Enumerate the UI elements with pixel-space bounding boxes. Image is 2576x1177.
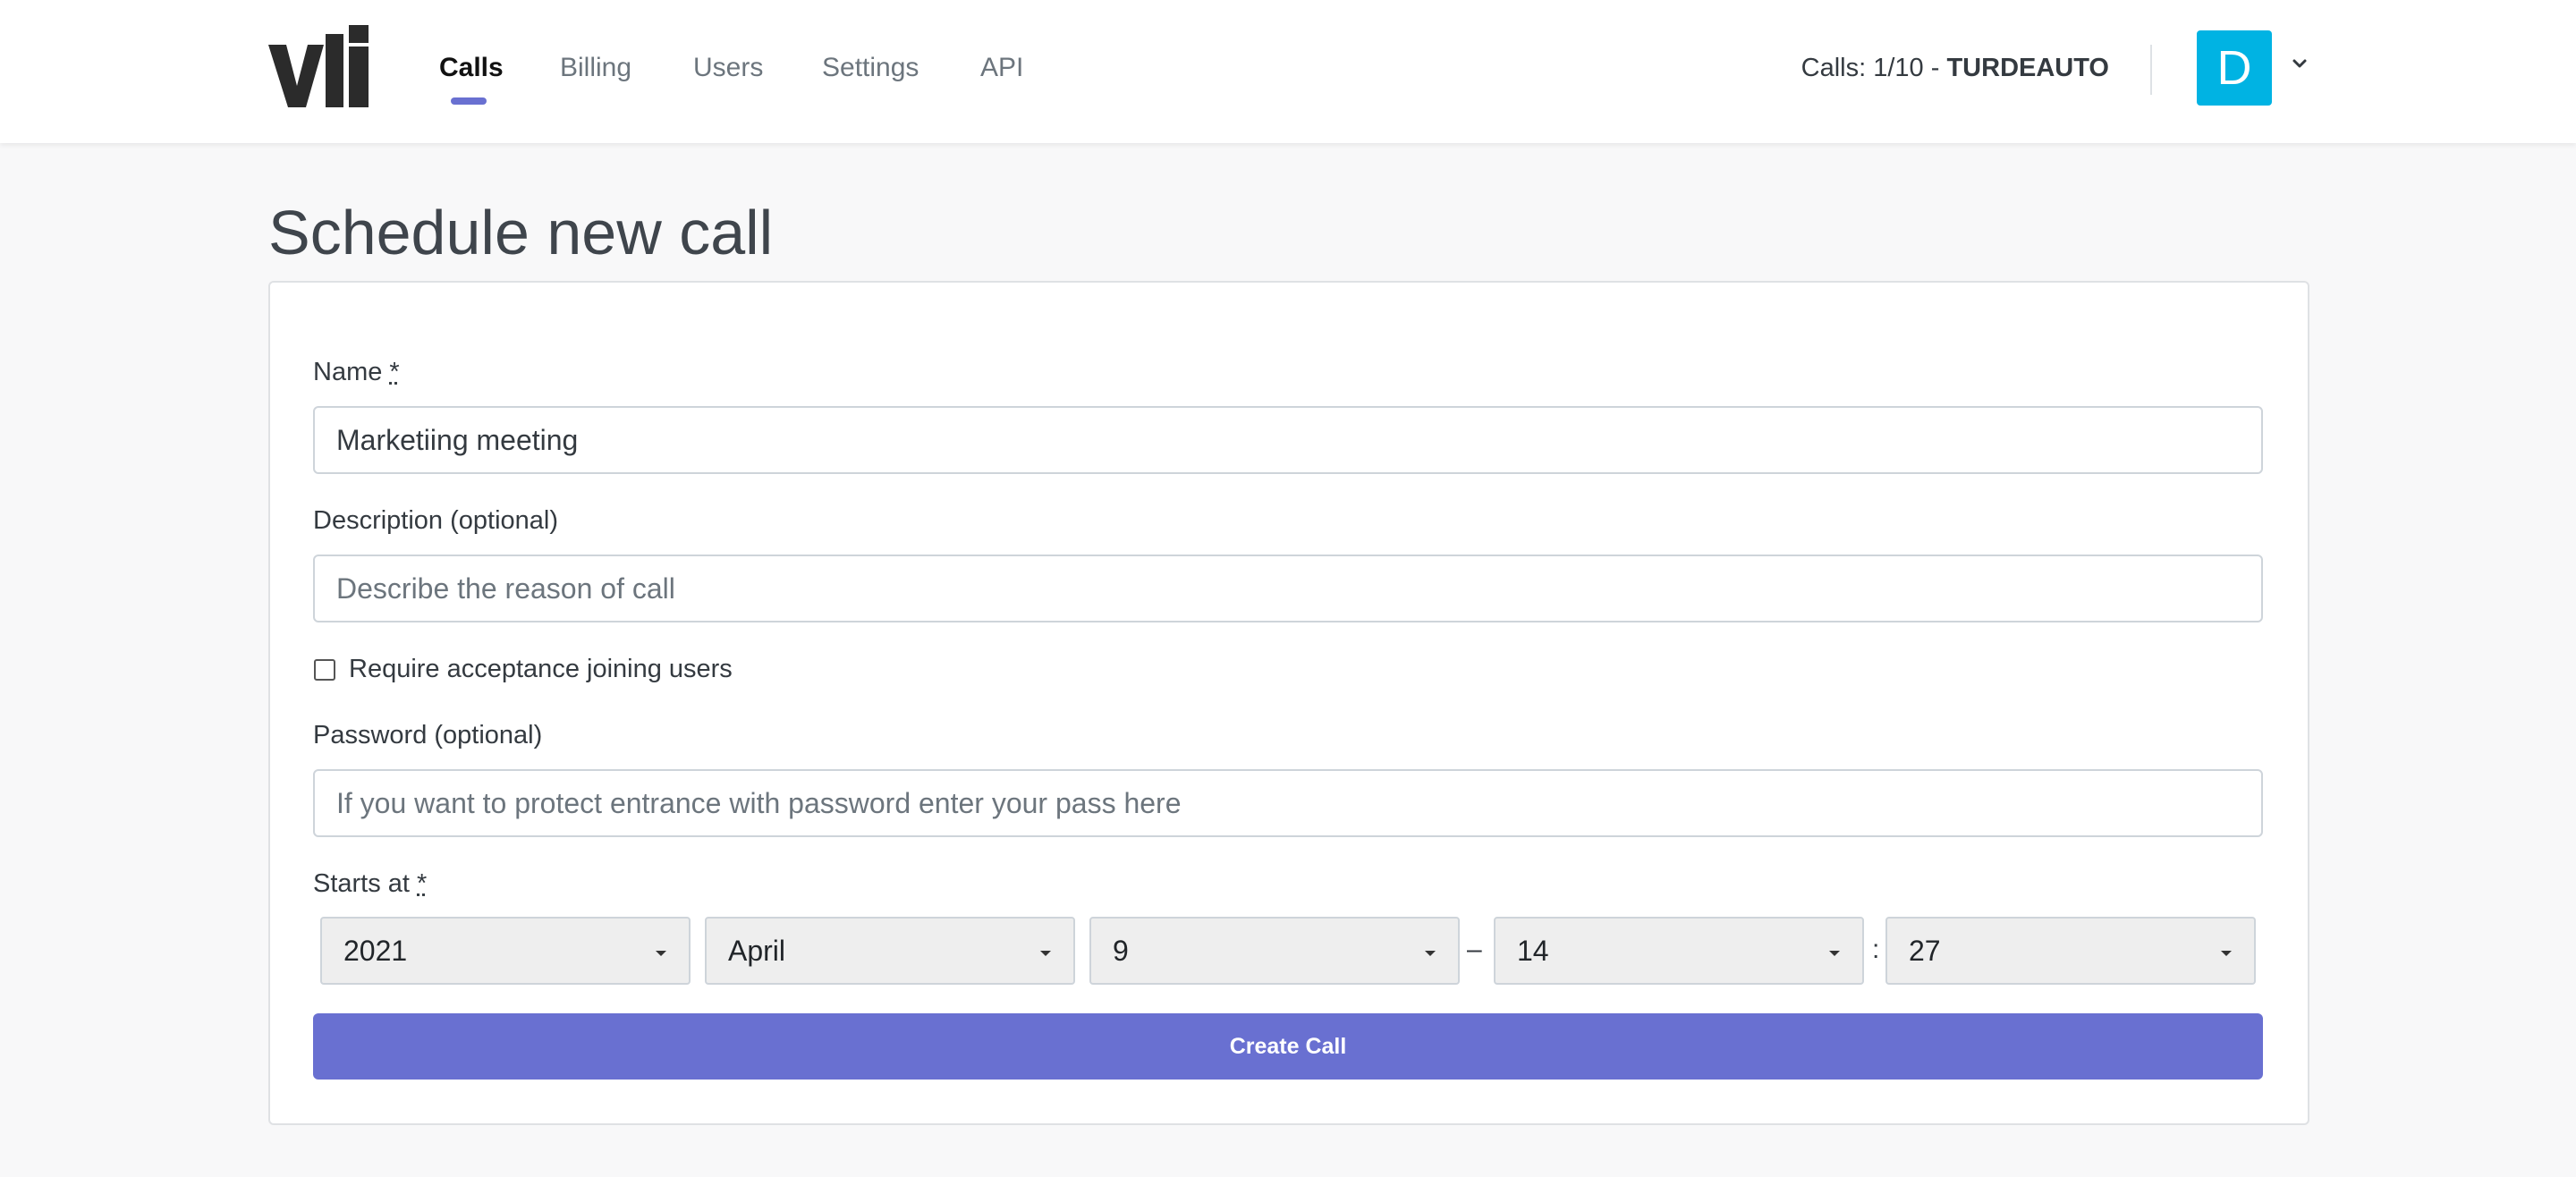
name-label: Name * — [313, 354, 400, 390]
nav-settings[interactable]: Settings — [822, 48, 919, 88]
year-value: 2021 — [343, 935, 408, 967]
top-navbar: Calls Billing Users Settings API Calls: … — [0, 0, 2576, 143]
nav-active-indicator — [451, 97, 487, 105]
nav-calls[interactable]: Calls — [439, 48, 504, 88]
year-select[interactable]: 2021 — [320, 917, 691, 985]
password-input[interactable] — [313, 769, 2263, 837]
required-marker: * — [389, 358, 400, 386]
header-divider — [2150, 45, 2152, 95]
required-marker: * — [417, 869, 428, 898]
caret-down-icon — [1040, 951, 1051, 956]
account-name: TURDEAUTO — [1946, 54, 2109, 82]
date-time-separator: – — [1467, 935, 1482, 964]
month-value: April — [728, 935, 786, 967]
avatar[interactable]: D — [2197, 30, 2272, 106]
caret-down-icon — [1425, 951, 1436, 956]
hour-select[interactable]: 14 — [1494, 917, 1864, 985]
nav-billing[interactable]: Billing — [560, 48, 631, 88]
calls-usage: Calls: 1/10 - TURDEAUTO — [1780, 50, 2109, 86]
caret-down-icon — [656, 951, 666, 956]
time-separator: : — [1872, 935, 1880, 964]
minute-select[interactable]: 27 — [1885, 917, 2256, 985]
starts-at-label: Starts at * — [313, 866, 427, 902]
name-label-text: Name — [313, 358, 390, 386]
chevron-down-icon[interactable] — [2290, 54, 2309, 73]
nav-api[interactable]: API — [980, 48, 1023, 88]
caret-down-icon — [1829, 951, 1840, 956]
caret-down-icon — [2221, 951, 2232, 956]
password-label: Password (optional) — [313, 721, 543, 749]
nav-users[interactable]: Users — [693, 48, 763, 88]
name-input[interactable] — [313, 406, 2263, 474]
minute-value: 27 — [1909, 935, 1941, 967]
starts-at-label-text: Starts at — [313, 869, 418, 898]
description-label: Description (optional) — [313, 506, 559, 535]
page-title: Schedule new call — [268, 198, 774, 267]
calls-usage-text: Calls: 1/10 - — [1801, 54, 1947, 82]
require-acceptance-label[interactable]: Require acceptance joining users — [349, 651, 733, 687]
description-input[interactable] — [313, 555, 2263, 622]
vli-logo[interactable] — [268, 23, 372, 109]
hour-value: 14 — [1517, 935, 1549, 967]
month-select[interactable]: April — [705, 917, 1075, 985]
require-acceptance-checkbox[interactable] — [314, 659, 335, 681]
create-call-button[interactable]: Create Call — [313, 1013, 2263, 1080]
day-select[interactable]: 9 — [1089, 917, 1460, 985]
day-value: 9 — [1113, 935, 1129, 967]
